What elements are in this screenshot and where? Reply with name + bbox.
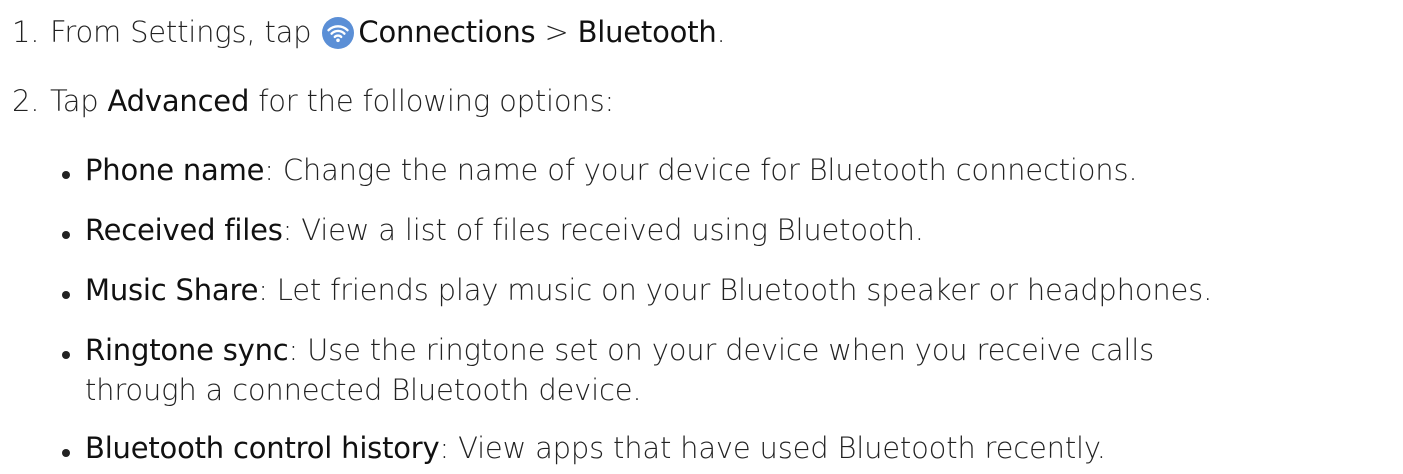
option-label: Phone name: [85, 153, 265, 187]
bullet-icon: [62, 351, 70, 359]
bullet-icon: [62, 171, 70, 179]
connections-label: Connections: [358, 15, 536, 49]
bluetooth-label: Bluetooth: [577, 15, 717, 49]
option-item-phone-name: Phone name: Change the name of your devi…: [85, 152, 1138, 188]
option-item-received-files: Received files: View a list of files rec…: [85, 212, 924, 248]
bullet-icon: [62, 449, 70, 457]
option-item-bluetooth-control-history: Bluetooth control history: View apps tha…: [85, 430, 1106, 466]
option-item-ringtone-sync: Ringtone sync: Use the ringtone set on y…: [85, 332, 1154, 368]
advanced-label: Advanced: [107, 84, 250, 118]
option-desc: : Change the name of your device for Blu…: [264, 153, 1138, 187]
option-label: Bluetooth control history: [85, 431, 440, 465]
instructions-document: 1. From Settings, tap Connections > Bluet…: [0, 0, 1403, 474]
step-number: 2.: [12, 84, 40, 118]
option-desc: : View a list of files received using Bl…: [282, 213, 924, 247]
bullet-icon: [62, 291, 70, 299]
option-desc: : Let friends play music on your Bluetoo…: [258, 273, 1213, 307]
step-1: 1. From Settings, tap Connections > Bluet…: [0, 14, 726, 50]
step-2: 2. Tap Advanced for the following options…: [0, 83, 614, 119]
option-label: Ringtone sync: [85, 333, 289, 367]
bullet-icon: [62, 231, 70, 239]
step-text: Tap: [50, 84, 108, 118]
option-desc-continued: through a connected Bluetooth device.: [85, 372, 642, 408]
step-text: From Settings, tap: [50, 15, 321, 49]
separator: >: [535, 15, 578, 49]
step-number: 1.: [12, 15, 40, 49]
step-text-after: for the following options:: [249, 84, 615, 118]
option-label: Received files: [85, 213, 283, 247]
option-desc: : View apps that have used Bluetooth rec…: [439, 431, 1106, 465]
step-suffix: .: [716, 15, 726, 49]
option-item-music-share: Music Share: Let friends play music on y…: [85, 272, 1212, 308]
option-desc: : Use the ringtone set on your device wh…: [288, 333, 1155, 367]
wifi-icon: [322, 17, 355, 49]
option-label: Music Share: [85, 273, 259, 307]
option-desc-line2: through a connected Bluetooth device.: [85, 373, 642, 407]
